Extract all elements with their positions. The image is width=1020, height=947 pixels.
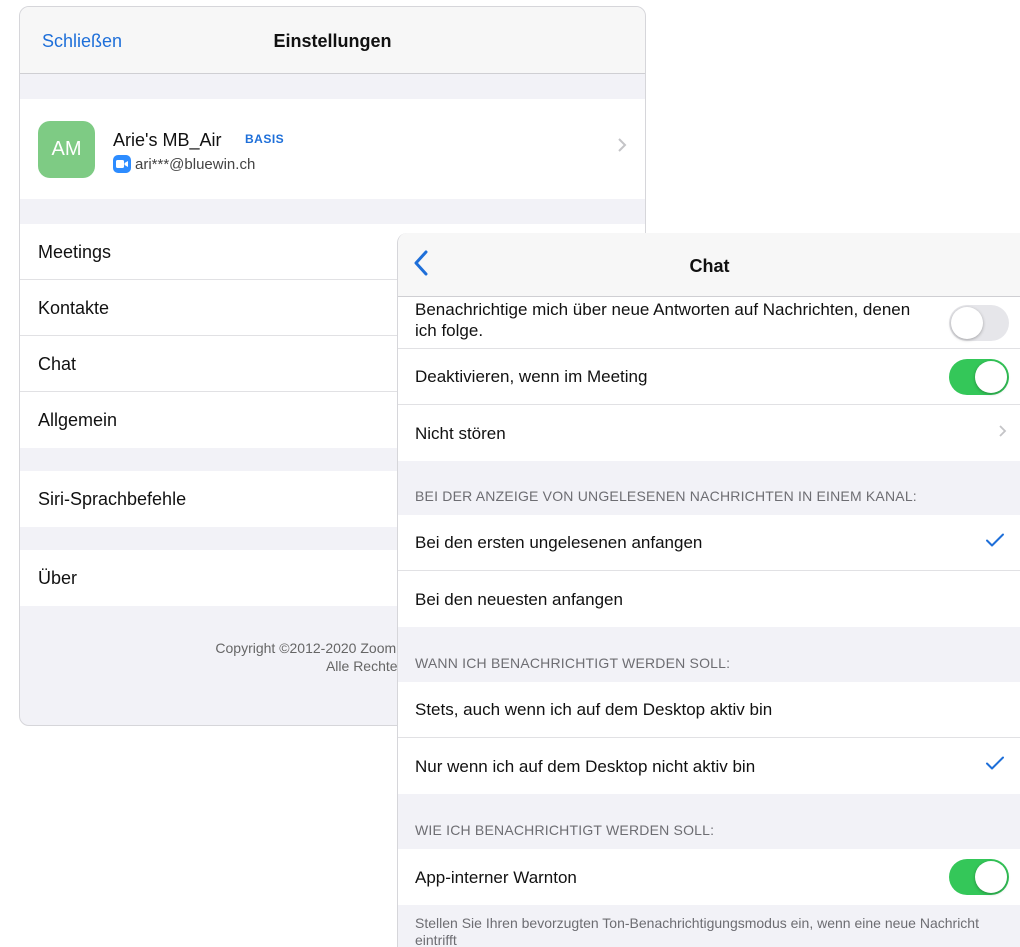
unread-options-group: Bei den ersten ungelesenen anfangen Bei … — [398, 515, 1020, 627]
section-how-header: WIE ICH BENACHRICHTIGT WERDEN SOLL: — [415, 822, 715, 838]
unread-first-label: Bei den ersten ungelesenen anfangen — [415, 533, 703, 552]
zoom-camera-icon — [113, 155, 131, 173]
in-app-sound-row: App-interner Warnton — [398, 849, 1020, 905]
account-name: Arie's MB_Air — [113, 130, 222, 150]
follow-replies-toggle[interactable] — [949, 305, 1009, 341]
section-when-header: WANN ICH BENACHRICHTIGT WERDEN SOLL: — [415, 655, 731, 671]
unread-newest-label: Bei den neuesten anfangen — [415, 589, 623, 609]
how-options-group: App-interner Warnton — [398, 849, 1020, 905]
chat-header: Chat — [398, 233, 1020, 297]
unread-newest-option[interactable]: Bei den neuesten anfangen — [398, 571, 1020, 627]
notify-inactive-option[interactable]: Nur wenn ich auf dem Desktop nicht aktiv… — [398, 738, 1020, 794]
settings-title: Einstellungen — [273, 31, 392, 51]
do-not-disturb-row[interactable]: Nicht stören — [398, 405, 1020, 461]
checkmark-icon — [985, 756, 1005, 777]
disable-in-meeting-row: Deaktivieren, wenn im Meeting — [398, 349, 1020, 405]
checkmark-icon — [985, 532, 1005, 553]
disable-in-meeting-toggle[interactable] — [949, 358, 1009, 395]
chat-settings-panel: Chat Benachrichtige mich über neue Antwo… — [397, 233, 1020, 947]
chat-title: Chat — [689, 256, 730, 276]
in-app-sound-toggle[interactable] — [949, 859, 1009, 895]
unread-first-option[interactable]: Bei den ersten ungelesenen anfangen — [398, 515, 1020, 571]
follow-replies-label: Benachrichtige mich über neue Antworten … — [415, 300, 911, 340]
plan-badge: BASIS — [245, 132, 285, 146]
settings-header: Schließen Einstellungen — [20, 7, 645, 74]
chevron-right-icon — [998, 423, 1007, 443]
notify-always-option[interactable]: Stets, auch wenn ich auf dem Desktop akt… — [398, 682, 1020, 738]
when-options-group: Stets, auch wenn ich auf dem Desktop akt… — [398, 682, 1020, 794]
avatar: AM — [38, 121, 95, 178]
chat-general-group: Benachrichtige mich über neue Antworten … — [398, 297, 1020, 461]
in-app-sound-label: App-interner Warnton — [415, 867, 577, 887]
account-row[interactable]: AM Arie's MB_Air BASIS ari***@bluewin.ch — [20, 99, 645, 199]
account-email: ari***@bluewin.ch — [135, 155, 256, 173]
sound-mode-note: Stellen Sie Ihren bevorzugten Ton-Benach… — [415, 915, 979, 947]
notify-inactive-label: Nur wenn ich auf dem Desktop nicht aktiv… — [415, 756, 756, 776]
do-not-disturb-label: Nicht stören — [415, 423, 506, 443]
disable-in-meeting-label: Deaktivieren, wenn im Meeting — [415, 367, 648, 386]
section-unread-header: BEI DER ANZEIGE VON UNGELESENEN NACHRICH… — [415, 488, 917, 504]
notify-always-label: Stets, auch wenn ich auf dem Desktop akt… — [415, 700, 773, 719]
chevron-right-icon — [617, 137, 627, 158]
follow-replies-row: Benachrichtige mich über neue Antworten … — [398, 297, 1020, 349]
